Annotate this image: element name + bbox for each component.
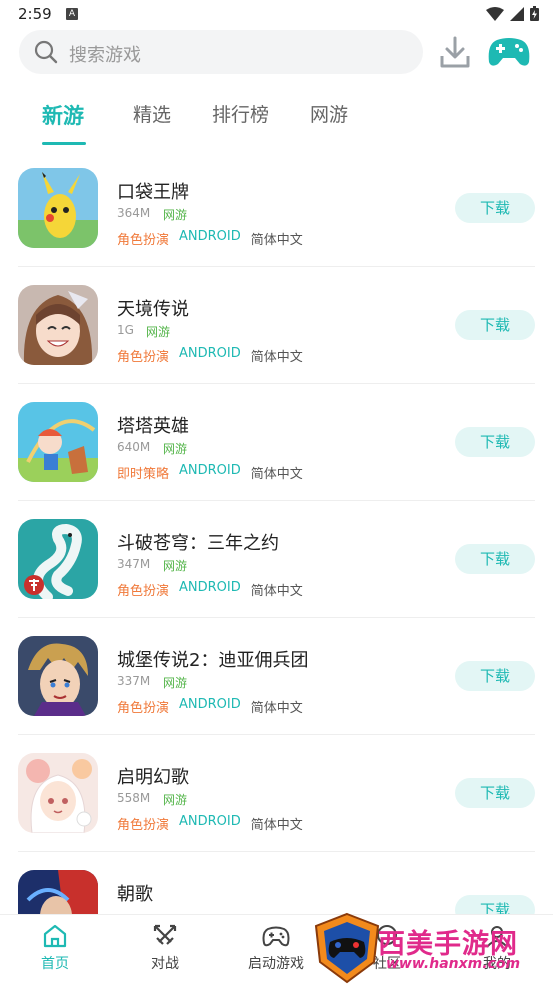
download-button[interactable]: 下载 xyxy=(455,661,535,691)
game-platform: ANDROID xyxy=(179,580,241,595)
tab-active-indicator xyxy=(42,142,86,145)
download-button[interactable]: 下载 xyxy=(455,193,535,223)
download-button[interactable]: 下载 xyxy=(455,778,535,808)
tab-featured[interactable]: 精选 xyxy=(133,100,171,127)
game-platform: ANDROID xyxy=(179,229,241,244)
signal-icon xyxy=(510,6,524,21)
nav-launch-game[interactable]: 启动游戏 xyxy=(231,923,321,973)
wifi-icon xyxy=(486,6,504,21)
game-name: 朝歌 xyxy=(117,884,153,905)
game-type: 网游 xyxy=(163,442,188,456)
game-language: 简体中文 xyxy=(250,701,303,716)
nav-label: 首页 xyxy=(41,956,69,972)
game-name: 斗破苍穹：三年之约 xyxy=(117,533,279,554)
game-genre: 角色扮演 xyxy=(117,584,170,599)
tab-online[interactable]: 网游 xyxy=(310,100,348,127)
game-icon xyxy=(18,753,98,833)
game-language: 简体中文 xyxy=(250,233,303,248)
search-row: 搜索游戏 xyxy=(0,28,553,78)
game-name: 口袋王牌 xyxy=(117,182,189,203)
game-genre: 角色扮演 xyxy=(117,233,170,248)
list-item[interactable]: 天境传说 1G 网游 角色扮演 ANDROID 简体中文 下载 xyxy=(0,267,553,384)
home-icon xyxy=(43,924,67,948)
search-placeholder: 搜索游戏 xyxy=(69,45,141,66)
search-icon xyxy=(34,40,58,64)
download-button[interactable]: 下载 xyxy=(455,544,535,574)
game-name: 天境传说 xyxy=(117,299,189,320)
game-genre: 角色扮演 xyxy=(117,701,170,716)
game-icon xyxy=(18,636,98,716)
game-list: 口袋王牌 364M 网游 角色扮演 ANDROID 简体中文 下载 天境传说 1… xyxy=(0,150,553,914)
nav-label: 启动游戏 xyxy=(248,956,304,972)
tab-new[interactable]: 新游 xyxy=(42,100,84,130)
game-genre: 角色扮演 xyxy=(117,350,170,365)
nav-battle[interactable]: 对战 xyxy=(120,923,210,973)
nav-label: 对战 xyxy=(151,956,179,972)
game-size: 364M xyxy=(117,206,151,220)
gamepad-icon xyxy=(262,926,290,947)
game-type: 网游 xyxy=(163,208,188,222)
game-language: 简体中文 xyxy=(250,467,303,482)
watermark-url: www.hanxm.com xyxy=(386,956,521,972)
game-language: 简体中文 xyxy=(250,584,303,599)
gamepad-icon[interactable] xyxy=(487,36,531,68)
game-platform: ANDROID xyxy=(179,697,241,712)
list-item[interactable]: 城堡传说2：迪亚佣兵团 337M 网游 角色扮演 ANDROID 简体中文 下载 xyxy=(0,618,553,735)
game-genre: 即时策略 xyxy=(117,467,170,482)
game-type: 网游 xyxy=(163,559,188,573)
notification-icon: A xyxy=(66,8,78,20)
search-input[interactable]: 搜索游戏 xyxy=(19,30,423,74)
game-size: 640M xyxy=(117,440,151,454)
game-size: 337M xyxy=(117,674,151,688)
game-language: 简体中文 xyxy=(250,818,303,833)
watermark: 西美手游网 www.hanxm.com xyxy=(312,912,553,984)
list-item[interactable]: 朝歌 下载 xyxy=(0,852,553,914)
nav-home[interactable]: 首页 xyxy=(10,923,100,973)
category-tabs: 新游 精选 排行榜 网游 xyxy=(0,90,553,150)
game-size: 558M xyxy=(117,791,151,805)
game-name: 启明幻歌 xyxy=(117,767,189,788)
game-name: 城堡传说2：迪亚佣兵团 xyxy=(117,650,309,671)
tab-ranking[interactable]: 排行榜 xyxy=(212,100,269,127)
download-button[interactable]: 下载 xyxy=(455,310,535,340)
status-icons xyxy=(486,6,539,21)
game-type: 网游 xyxy=(146,325,171,339)
game-icon xyxy=(18,402,98,482)
game-type: 网游 xyxy=(163,676,188,690)
list-item[interactable]: 塔塔英雄 640M 网游 即时策略 ANDROID 简体中文 下载 xyxy=(0,384,553,501)
game-icon xyxy=(18,519,98,599)
battery-icon xyxy=(530,6,539,21)
game-platform: ANDROID xyxy=(179,814,241,829)
download-manager-icon[interactable] xyxy=(440,36,470,68)
game-type: 网游 xyxy=(163,793,188,807)
game-language: 简体中文 xyxy=(250,350,303,365)
list-item[interactable]: 启明幻歌 558M 网游 角色扮演 ANDROID 简体中文 下载 xyxy=(0,735,553,852)
game-size: 347M xyxy=(117,557,151,571)
status-time: 2:59 xyxy=(18,5,52,23)
game-icon xyxy=(18,285,98,365)
swords-icon xyxy=(153,924,177,945)
game-name: 塔塔英雄 xyxy=(117,416,189,437)
download-button[interactable]: 下载 xyxy=(455,427,535,457)
game-genre: 角色扮演 xyxy=(117,818,170,833)
game-platform: ANDROID xyxy=(179,463,241,478)
list-item[interactable]: 斗破苍穹：三年之约 347M 网游 角色扮演 ANDROID 简体中文 下载 xyxy=(0,501,553,618)
list-item[interactable]: 口袋王牌 364M 网游 角色扮演 ANDROID 简体中文 下载 xyxy=(0,150,553,267)
game-platform: ANDROID xyxy=(179,346,241,361)
watermark-logo-icon xyxy=(314,912,380,984)
game-icon xyxy=(18,870,98,914)
game-size: 1G xyxy=(117,323,134,337)
game-icon xyxy=(18,168,98,248)
status-bar: 2:59 A xyxy=(0,0,553,30)
